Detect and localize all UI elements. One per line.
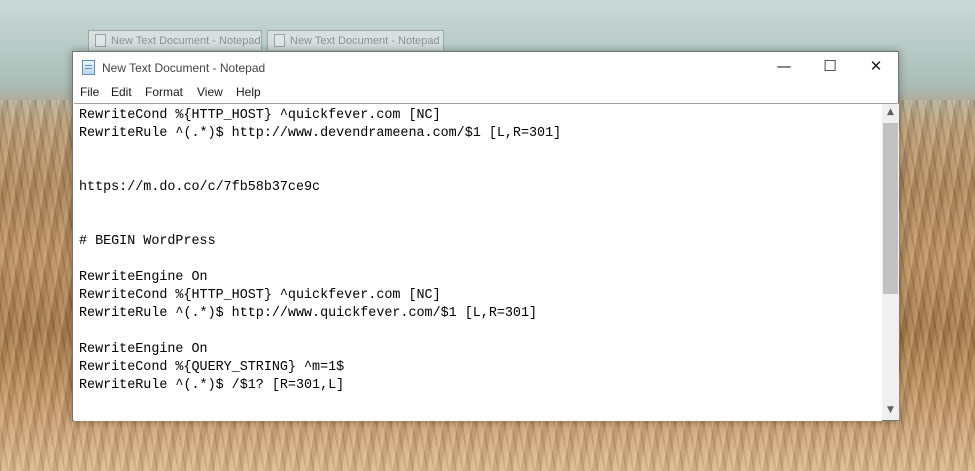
menu-file[interactable]: File [80,85,99,99]
menu-help[interactable]: Help [236,85,261,99]
menu-edit[interactable]: Edit [111,85,132,99]
text-line: https://m.do.co/c/7fb58b37ce9c [79,180,321,195]
scroll-up-arrow-icon[interactable]: ▲ [882,104,899,121]
notepad-icon [274,34,285,47]
scroll-down-arrow-icon[interactable]: ▼ [882,402,899,419]
title-bar[interactable]: New Text Document - Notepad — ☐ ✕ [73,52,898,83]
notepad-icon [82,60,95,75]
text-line: RewriteCond %{HTTP_HOST} ^quickfever.com… [79,288,441,303]
background-tab-title: New Text Document - Notepad [290,35,440,47]
menu-view[interactable]: View [197,85,223,99]
text-line: # BEGIN WordPress [79,234,216,249]
text-line: RewriteCond %{HTTP_HOST} ^quickfever.com… [79,108,441,123]
close-button[interactable]: ✕ [853,52,899,83]
background-window-tab-2[interactable]: New Text Document - Notepad [267,30,444,50]
maximize-button[interactable]: ☐ [807,52,853,83]
background-window-tab-1[interactable]: New Text Document - Notepad [88,30,262,50]
menu-format[interactable]: Format [145,85,183,99]
menu-bar: File Edit Format View Help [73,83,898,103]
text-line: RewriteCond %{QUERY_STRING} ^m=1$ [79,360,345,375]
text-line: RewriteRule ^(.*)$ http://www.quickfever… [79,306,538,321]
text-line: RewriteEngine On [79,342,208,357]
text-line: RewriteRule ^(.*)$ http://www.devendrame… [79,126,562,141]
text-editor-area[interactable]: RewriteCond %{HTTP_HOST} ^quickfever.com… [74,103,882,421]
notepad-window: New Text Document - Notepad — ☐ ✕ File E… [72,51,899,421]
window-title: New Text Document - Notepad [102,61,266,75]
minimize-button[interactable]: — [761,52,807,83]
background-tab-title: New Text Document - Notepad [111,35,261,47]
text-line: RewriteEngine On [79,270,208,285]
scrollbar-thumb[interactable] [883,123,898,294]
notepad-icon [95,34,106,47]
text-line: RewriteRule ^(.*)$ /$1? [R=301,L] [79,378,345,393]
vertical-scrollbar[interactable]: ▲ ▼ [882,103,899,420]
